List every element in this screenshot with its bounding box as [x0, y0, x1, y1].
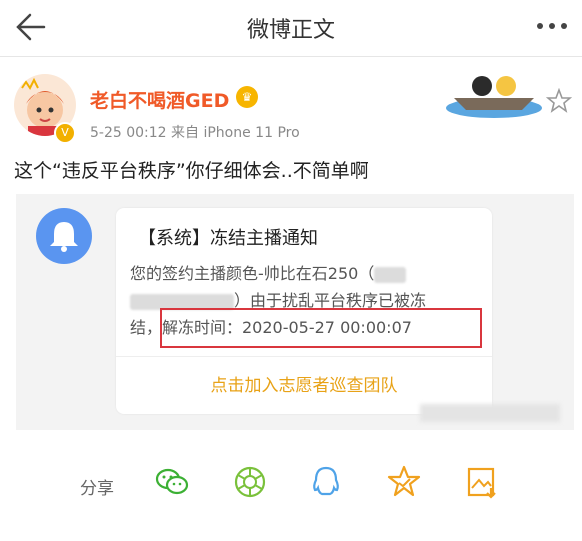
post-header: V 老白不喝酒GED ♛ 5-25 00:12 来自 iPhone 11 Pro — [0, 62, 582, 154]
share-label: 分享 — [80, 479, 114, 499]
join-volunteer-link[interactable]: 点击加入志愿者巡查团队 — [116, 371, 492, 396]
watermark — [420, 404, 560, 422]
favorite-star-icon[interactable] — [546, 88, 572, 114]
image-save-icon[interactable] — [464, 464, 500, 500]
more-icon[interactable] — [532, 18, 572, 34]
divider — [116, 356, 492, 357]
bell-icon — [50, 222, 78, 252]
verified-badge-icon: V — [54, 122, 76, 144]
post-meta: 5-25 00:12 来自 iPhone 11 Pro — [90, 125, 300, 141]
redacted-text — [374, 266, 407, 283]
moments-icon[interactable] — [232, 464, 268, 500]
bell-avatar — [36, 208, 92, 264]
qq-icon[interactable] — [308, 464, 344, 500]
star-icon[interactable] — [386, 464, 422, 500]
notice-body-line1: 您的签约主播颜色-帅比在石250（ — [130, 264, 375, 283]
boat-decoration-icon — [446, 76, 542, 118]
notice-title: 【系统】冻结主播通知 — [138, 228, 318, 249]
share-bar: 分享 — [0, 458, 582, 518]
post-text: 这个“违反平台秩序”你仔细体会..不简单啊 — [14, 160, 369, 182]
wechat-icon[interactable] — [154, 464, 190, 500]
member-crown-icon: ♛ — [236, 86, 258, 108]
page-title: 微博正文 — [246, 18, 335, 43]
highlight-annotation — [160, 308, 482, 348]
top-bar: 微博正文 — [0, 0, 582, 57]
username[interactable]: 老白不喝酒GED — [90, 86, 229, 113]
